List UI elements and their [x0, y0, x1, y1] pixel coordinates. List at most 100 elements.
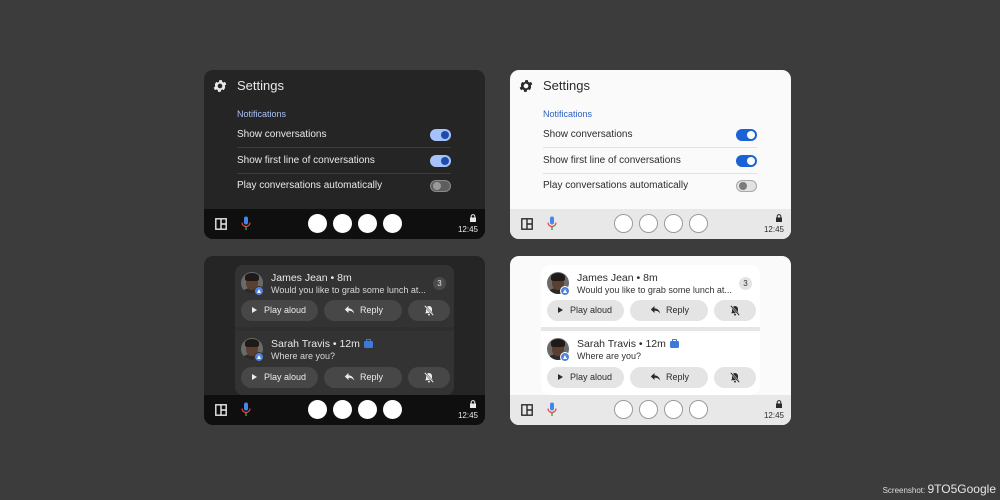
sender-name: Sarah Travis • 12m [271, 338, 373, 350]
app-shortcut[interactable] [358, 214, 377, 233]
button-label: Reply [360, 305, 384, 315]
app-shortcut[interactable] [383, 400, 402, 419]
reply-icon [344, 306, 355, 314]
play-icon [252, 374, 257, 380]
app-shortcut[interactable] [639, 214, 658, 233]
message-preview: Would you like to grab some lunch at... [577, 285, 732, 295]
notification-list[interactable]: James Jean • 8m Would you like to grab s… [541, 265, 760, 395]
play-aloud-button[interactable]: Play aloud [241, 300, 318, 321]
play-icon [558, 307, 563, 313]
notifications-panel-light: James Jean • 8m Would you like to grab s… [510, 256, 791, 425]
message-count-badge: 3 [433, 277, 446, 290]
mic-icon[interactable] [547, 402, 557, 417]
mute-icon [424, 305, 434, 316]
message-preview: Where are you? [271, 351, 336, 361]
row-show-first-line[interactable]: Show first line of conversations [237, 149, 451, 174]
mic-icon[interactable] [547, 216, 557, 231]
reply-button[interactable]: Reply [324, 367, 402, 388]
reply-button[interactable]: Reply [630, 367, 708, 388]
settings-panel-dark: Settings Notifications Show conversation… [204, 70, 485, 239]
app-shortcut[interactable] [333, 400, 352, 419]
briefcase-icon [363, 339, 373, 348]
button-label: Play aloud [570, 305, 613, 315]
row-label: Show first line of conversations [237, 155, 375, 166]
notification-actions: Play aloud Reply [241, 367, 450, 388]
row-show-conversations[interactable]: Show conversations [543, 123, 757, 148]
mute-button[interactable] [714, 367, 756, 388]
grid-icon[interactable] [521, 404, 533, 416]
mute-icon [730, 372, 740, 383]
notification-card[interactable]: Sarah Travis • 12m Where are you? Play a… [235, 331, 454, 395]
button-label: Reply [360, 372, 384, 382]
toggle-switch[interactable] [736, 155, 757, 167]
android-auto-badge-icon [254, 352, 264, 362]
page-title: Settings [543, 78, 590, 93]
credit-brand: 9TO5Google [927, 482, 997, 496]
android-auto-badge-icon [560, 286, 570, 296]
play-icon [252, 307, 257, 313]
row-label: Show conversations [237, 129, 327, 140]
notification-actions: Play aloud Reply [547, 367, 756, 388]
notification-card[interactable]: James Jean • 8m Would you like to grab s… [235, 265, 454, 327]
grid-icon[interactable] [521, 218, 533, 230]
notification-card[interactable]: James Jean • 8m Would you like to grab s… [541, 265, 760, 327]
notification-list[interactable]: James Jean • 8m Would you like to grab s… [235, 265, 454, 395]
notifications-section-label: Notifications [237, 109, 287, 119]
settings-header: Settings [510, 70, 791, 100]
clock-time: 12:45 [763, 411, 784, 420]
mute-button[interactable] [408, 300, 450, 321]
settings-header: Settings [204, 70, 485, 100]
briefcase-icon [669, 339, 679, 348]
button-label: Reply [666, 372, 690, 382]
row-label: Show first line of conversations [543, 155, 681, 166]
app-shortcut[interactable] [689, 214, 708, 233]
notification-actions: Play aloud Reply [547, 300, 756, 321]
toggle-switch[interactable] [430, 180, 451, 192]
app-shortcut[interactable] [664, 214, 683, 233]
mute-button[interactable] [714, 300, 756, 321]
app-shortcut[interactable] [614, 214, 633, 233]
mic-icon[interactable] [241, 402, 251, 417]
reply-icon [344, 373, 355, 381]
mic-icon[interactable] [241, 216, 251, 231]
app-shortcut[interactable] [308, 400, 327, 419]
play-aloud-button[interactable]: Play aloud [241, 367, 318, 388]
notification-card[interactable]: Sarah Travis • 12m Where are you? Play a… [541, 331, 760, 395]
app-shortcut[interactable] [639, 400, 658, 419]
app-shortcut[interactable] [614, 400, 633, 419]
play-aloud-button[interactable]: Play aloud [547, 367, 624, 388]
dock-bar: 12:45 [204, 209, 485, 239]
row-play-automatically[interactable]: Play conversations automatically [237, 174, 451, 198]
toggle-switch[interactable] [430, 155, 451, 167]
gear-icon[interactable] [212, 78, 228, 94]
notification-actions: Play aloud Reply [241, 300, 450, 321]
android-auto-badge-icon [560, 352, 570, 362]
sender-name: James Jean • 8m [577, 272, 658, 284]
app-shortcut[interactable] [308, 214, 327, 233]
row-show-conversations[interactable]: Show conversations [237, 123, 451, 148]
mute-button[interactable] [408, 367, 450, 388]
sender-name: Sarah Travis • 12m [577, 338, 679, 350]
gear-icon[interactable] [518, 78, 534, 94]
row-play-automatically[interactable]: Play conversations automatically [543, 174, 757, 198]
app-shortcut[interactable] [333, 214, 352, 233]
row-show-first-line[interactable]: Show first line of conversations [543, 149, 757, 174]
dock-bar: 12:45 [204, 395, 485, 425]
app-shortcut[interactable] [358, 400, 377, 419]
mute-icon [424, 372, 434, 383]
app-shortcut[interactable] [383, 214, 402, 233]
app-shortcut[interactable] [689, 400, 708, 419]
reply-button[interactable]: Reply [324, 300, 402, 321]
row-label: Play conversations automatically [543, 180, 689, 191]
grid-icon[interactable] [215, 218, 227, 230]
toggle-switch[interactable] [736, 180, 757, 192]
play-icon [558, 374, 563, 380]
reply-button[interactable]: Reply [630, 300, 708, 321]
dock-bar: 12:45 [510, 209, 791, 239]
grid-icon[interactable] [215, 404, 227, 416]
toggle-switch[interactable] [736, 129, 757, 141]
app-shortcut[interactable] [664, 400, 683, 419]
toggle-switch[interactable] [430, 129, 451, 141]
clock-time: 12:45 [457, 225, 478, 234]
play-aloud-button[interactable]: Play aloud [547, 300, 624, 321]
